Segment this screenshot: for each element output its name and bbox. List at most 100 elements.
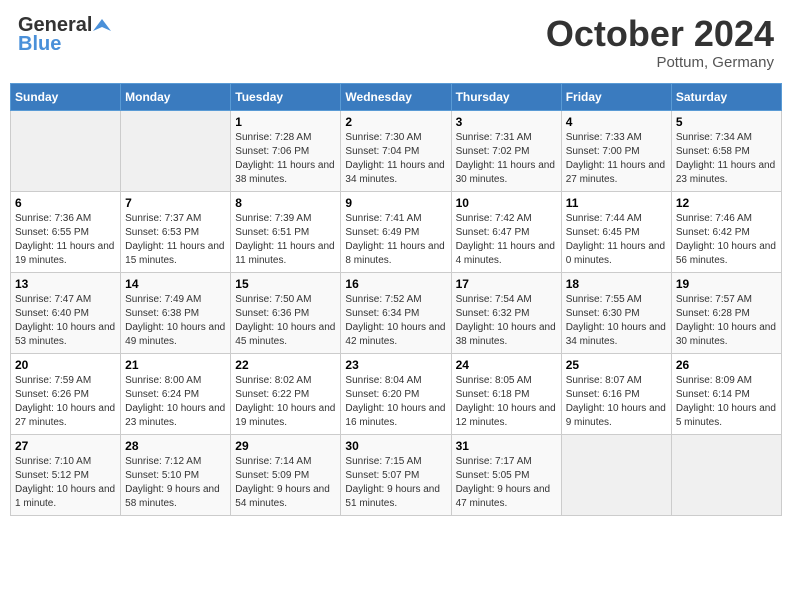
day-info: Sunrise: 7:34 AMSunset: 6:58 PMDaylight:…: [676, 131, 777, 187]
day-info: Sunrise: 8:00 AMSunset: 6:24 PMDaylight:…: [125, 374, 226, 430]
day-info: Sunrise: 7:47 AMSunset: 6:40 PMDaylight:…: [15, 293, 116, 349]
calendar-cell: 9Sunrise: 7:41 AMSunset: 6:49 PMDaylight…: [341, 191, 451, 272]
day-info: Sunrise: 7:17 AMSunset: 5:05 PMDaylight:…: [456, 455, 557, 511]
calendar-row: 20 Sunrise: 7:59 AMSunset: 6:26 PMDayligh…: [11, 353, 782, 434]
day-info: Sunrise: 7:59 AMSunset: 6:26 PMDaylight:…: [15, 374, 116, 430]
day-info: Sunrise: 7:54 AMSunset: 6:32 PMDaylight:…: [456, 293, 557, 349]
day-number: 3: [456, 115, 557, 129]
day-info: Sunrise: 7:12 AMSunset: 5:10 PMDaylight:…: [125, 455, 226, 511]
weekday-header-friday: Friday: [561, 83, 671, 110]
day-number: 7: [125, 196, 226, 210]
location-text: Pottum, Germany: [546, 54, 774, 71]
day-info: Sunrise: 8:02 AMSunset: 6:22 PMDaylight:…: [235, 374, 336, 430]
calendar-cell: 8 Sunrise: 7:39 AMSunset: 6:51 PMDaylight…: [231, 191, 341, 272]
day-number: 14: [125, 277, 226, 291]
day-info: Sunrise: 8:07 AMSunset: 6:16 PMDaylight:…: [566, 374, 667, 430]
day-number: 8: [235, 196, 336, 210]
calendar-cell: 12 Sunrise: 7:46 AMSunset: 6:42 PMDayligh…: [671, 191, 781, 272]
page-header: General Blue October 2024 Pottum, German…: [10, 10, 782, 75]
day-info: Sunrise: 7:33 AMSunset: 7:00 PMDaylight:…: [566, 131, 667, 187]
day-info: Sunrise: 8:04 AMSunset: 6:20 PMDaylight:…: [345, 374, 446, 430]
calendar-cell: 22 Sunrise: 8:02 AMSunset: 6:22 PMDayligh…: [231, 353, 341, 434]
day-number: 26: [676, 358, 777, 372]
calendar-cell: [561, 434, 671, 515]
day-number: 11: [566, 196, 667, 210]
logo-blue-text: Blue: [18, 33, 61, 56]
day-number: 27: [15, 439, 116, 453]
day-info: Sunrise: 7:14 AMSunset: 5:09 PMDaylight:…: [235, 455, 336, 511]
day-info: Sunrise: 7:15 AMSunset: 5:07 PMDaylight:…: [345, 455, 446, 511]
calendar-row: 1Sunrise: 7:28 AMSunset: 7:06 PMDaylight…: [11, 110, 782, 191]
calendar-cell: 18Sunrise: 7:55 AMSunset: 6:30 PMDayligh…: [561, 272, 671, 353]
day-number: 15: [235, 277, 336, 291]
day-info: Sunrise: 7:57 AMSunset: 6:28 PMDaylight:…: [676, 293, 777, 349]
calendar-cell: 4 Sunrise: 7:33 AMSunset: 7:00 PMDaylight…: [561, 110, 671, 191]
logo: General Blue: [18, 14, 111, 56]
month-title: October 2024: [546, 14, 774, 54]
day-info: Sunrise: 7:52 AMSunset: 6:34 PMDaylight:…: [345, 293, 446, 349]
day-number: 28: [125, 439, 226, 453]
day-info: Sunrise: 7:28 AMSunset: 7:06 PMDaylight:…: [235, 131, 336, 187]
calendar-table: SundayMondayTuesdayWednesdayThursdayFrid…: [10, 83, 782, 516]
calendar-cell: 20 Sunrise: 7:59 AMSunset: 6:26 PMDayligh…: [11, 353, 121, 434]
calendar-cell: 2 Sunrise: 7:30 AMSunset: 7:04 PMDaylight…: [341, 110, 451, 191]
day-number: 21: [125, 358, 226, 372]
day-number: 13: [15, 277, 116, 291]
calendar-cell: [11, 110, 121, 191]
day-number: 30: [345, 439, 446, 453]
day-info: Sunrise: 7:30 AMSunset: 7:04 PMDaylight:…: [345, 131, 446, 187]
day-info: Sunrise: 7:31 AMSunset: 7:02 PMDaylight:…: [456, 131, 557, 187]
day-info: Sunrise: 8:05 AMSunset: 6:18 PMDaylight:…: [456, 374, 557, 430]
calendar-cell: 24Sunrise: 8:05 AMSunset: 6:18 PMDayligh…: [451, 353, 561, 434]
calendar-cell: 6Sunrise: 7:36 AMSunset: 6:55 PMDaylight…: [11, 191, 121, 272]
day-number: 5: [676, 115, 777, 129]
day-info: Sunrise: 7:50 AMSunset: 6:36 PMDaylight:…: [235, 293, 336, 349]
calendar-cell: 1Sunrise: 7:28 AMSunset: 7:06 PMDaylight…: [231, 110, 341, 191]
title-block: October 2024 Pottum, Germany: [546, 14, 774, 71]
weekday-header-row: SundayMondayTuesdayWednesdayThursdayFrid…: [11, 83, 782, 110]
calendar-cell: [671, 434, 781, 515]
calendar-row: 13 Sunrise: 7:47 AMSunset: 6:40 PMDayligh…: [11, 272, 782, 353]
day-number: 16: [345, 277, 446, 291]
calendar-cell: 21 Sunrise: 8:00 AMSunset: 6:24 PMDayligh…: [121, 353, 231, 434]
calendar-cell: 30 Sunrise: 7:15 AMSunset: 5:07 PMDayligh…: [341, 434, 451, 515]
calendar-cell: 7 Sunrise: 7:37 AMSunset: 6:53 PMDaylight…: [121, 191, 231, 272]
day-number: 9: [345, 196, 446, 210]
day-number: 4: [566, 115, 667, 129]
day-number: 6: [15, 196, 116, 210]
calendar-cell: 10Sunrise: 7:42 AMSunset: 6:47 PMDayligh…: [451, 191, 561, 272]
calendar-cell: [121, 110, 231, 191]
day-number: 29: [235, 439, 336, 453]
day-info: Sunrise: 7:44 AMSunset: 6:45 PMDaylight:…: [566, 212, 667, 268]
calendar-cell: 19Sunrise: 7:57 AMSunset: 6:28 PMDayligh…: [671, 272, 781, 353]
day-info: Sunrise: 7:37 AMSunset: 6:53 PMDaylight:…: [125, 212, 226, 268]
day-number: 10: [456, 196, 557, 210]
day-info: Sunrise: 7:39 AMSunset: 6:51 PMDaylight:…: [235, 212, 336, 268]
calendar-cell: 27 Sunrise: 7:10 AMSunset: 5:12 PMDayligh…: [11, 434, 121, 515]
weekday-header-sunday: Sunday: [11, 83, 121, 110]
day-number: 22: [235, 358, 336, 372]
calendar-cell: 15 Sunrise: 7:50 AMSunset: 6:36 PMDayligh…: [231, 272, 341, 353]
calendar-cell: 14 Sunrise: 7:49 AMSunset: 6:38 PMDayligh…: [121, 272, 231, 353]
calendar-cell: 11 Sunrise: 7:44 AMSunset: 6:45 PMDayligh…: [561, 191, 671, 272]
calendar-cell: 16 Sunrise: 7:52 AMSunset: 6:34 PMDayligh…: [341, 272, 451, 353]
weekday-header-monday: Monday: [121, 83, 231, 110]
day-number: 20: [15, 358, 116, 372]
calendar-cell: 26 Sunrise: 8:09 AMSunset: 6:14 PMDayligh…: [671, 353, 781, 434]
calendar-cell: 3 Sunrise: 7:31 AMSunset: 7:02 PMDaylight…: [451, 110, 561, 191]
calendar-cell: 31Sunrise: 7:17 AMSunset: 5:05 PMDayligh…: [451, 434, 561, 515]
day-info: Sunrise: 7:49 AMSunset: 6:38 PMDaylight:…: [125, 293, 226, 349]
weekday-header-tuesday: Tuesday: [231, 83, 341, 110]
day-info: Sunrise: 7:46 AMSunset: 6:42 PMDaylight:…: [676, 212, 777, 268]
calendar-cell: 28 Sunrise: 7:12 AMSunset: 5:10 PMDayligh…: [121, 434, 231, 515]
weekday-header-saturday: Saturday: [671, 83, 781, 110]
day-number: 12: [676, 196, 777, 210]
weekday-header-wednesday: Wednesday: [341, 83, 451, 110]
calendar-cell: 17Sunrise: 7:54 AMSunset: 6:32 PMDayligh…: [451, 272, 561, 353]
day-number: 18: [566, 277, 667, 291]
day-info: Sunrise: 7:10 AMSunset: 5:12 PMDaylight:…: [15, 455, 116, 511]
weekday-header-thursday: Thursday: [451, 83, 561, 110]
day-info: Sunrise: 8:09 AMSunset: 6:14 PMDaylight:…: [676, 374, 777, 430]
day-number: 25: [566, 358, 667, 372]
day-number: 2: [345, 115, 446, 129]
